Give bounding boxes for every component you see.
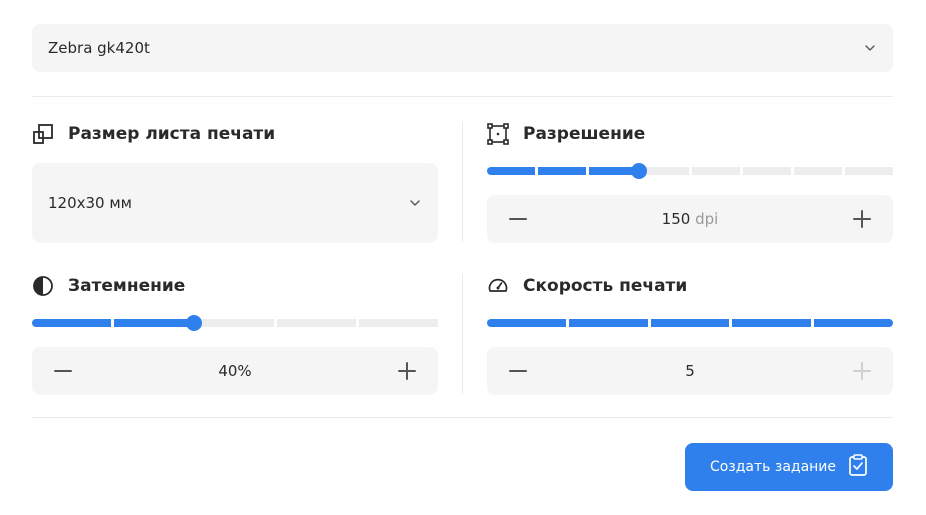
chevron-down-icon — [408, 196, 422, 210]
slider-segment — [742, 167, 791, 175]
paper-size-title: Размер листа печати — [32, 123, 275, 145]
paper-size-title-text: Размер листа печати — [68, 124, 276, 144]
printer-select[interactable]: Zebra gk420t — [32, 24, 893, 72]
darkness-title-text: Затемнение — [68, 276, 186, 296]
slider-segment — [650, 319, 730, 327]
resolution-value-display: 150 dpi — [662, 210, 719, 228]
slider-segment — [568, 319, 648, 327]
resolution-decrease-button[interactable] — [507, 208, 529, 230]
divider-vertical-top — [462, 122, 463, 242]
resolution-stepper: 150 dpi — [487, 195, 893, 243]
print-speed-title-text: Скорость печати — [523, 276, 688, 296]
paper-size-select[interactable]: 120x30 мм — [32, 163, 438, 243]
slider-segment — [640, 167, 689, 175]
divider-vertical-bottom — [462, 274, 463, 394]
chevron-down-icon — [863, 41, 877, 55]
slider-segment — [487, 167, 536, 175]
slider-segment — [732, 319, 812, 327]
resolution-value: 150 — [661, 210, 691, 228]
darkness-decrease-button[interactable] — [52, 360, 74, 382]
resolution-increase-button[interactable] — [851, 208, 873, 230]
darkness-increase-button[interactable] — [396, 360, 418, 382]
divider-bottom — [32, 417, 893, 418]
resolution-title: Разрешение — [487, 123, 645, 145]
resolution-icon — [487, 123, 509, 145]
resolution-title-text: Разрешение — [523, 124, 646, 144]
print-speed-decrease-button[interactable] — [507, 360, 529, 382]
create-job-button[interactable]: Создать задание — [685, 443, 893, 491]
slider-segment — [844, 167, 893, 175]
slider-segment — [277, 319, 357, 327]
slider-segment — [487, 319, 566, 327]
slider-thumb[interactable] — [631, 163, 648, 179]
create-job-button-label: Создать задание — [709, 459, 837, 475]
darkness-stepper: 40% — [32, 347, 438, 395]
darkness-value: 40% — [218, 362, 252, 380]
print-speed-slider[interactable] — [487, 319, 893, 327]
speedometer-icon — [487, 275, 509, 297]
paper-size-icon — [32, 123, 54, 145]
slider-segment — [691, 167, 740, 175]
divider-top — [32, 96, 893, 97]
darkness-slider[interactable] — [32, 315, 438, 331]
paper-size-select-value: 120x30 мм — [48, 194, 132, 212]
print-speed-increase-button[interactable] — [851, 360, 873, 382]
slider-thumb[interactable] — [186, 315, 203, 331]
slider-segment — [359, 319, 438, 327]
print-speed-value: 5 — [685, 362, 695, 380]
resolution-unit: dpi — [695, 210, 719, 228]
contrast-icon — [32, 275, 54, 297]
clipboard-check-icon — [848, 454, 868, 480]
slider-segment — [814, 319, 893, 327]
slider-segment — [32, 319, 111, 327]
printer-select-value: Zebra gk420t — [48, 39, 150, 57]
slider-segment — [113, 319, 193, 327]
slider-segment — [589, 167, 638, 175]
slider-segment — [538, 167, 587, 175]
darkness-title: Затемнение — [32, 275, 185, 297]
resolution-slider[interactable] — [487, 163, 893, 179]
print-speed-stepper: 5 — [487, 347, 893, 395]
slider-segment — [195, 319, 275, 327]
slider-segment — [793, 167, 842, 175]
print-settings-panel: Zebra gk420t Размер листа печати 120x30 … — [0, 0, 926, 515]
print-speed-title: Скорость печати — [487, 275, 687, 297]
